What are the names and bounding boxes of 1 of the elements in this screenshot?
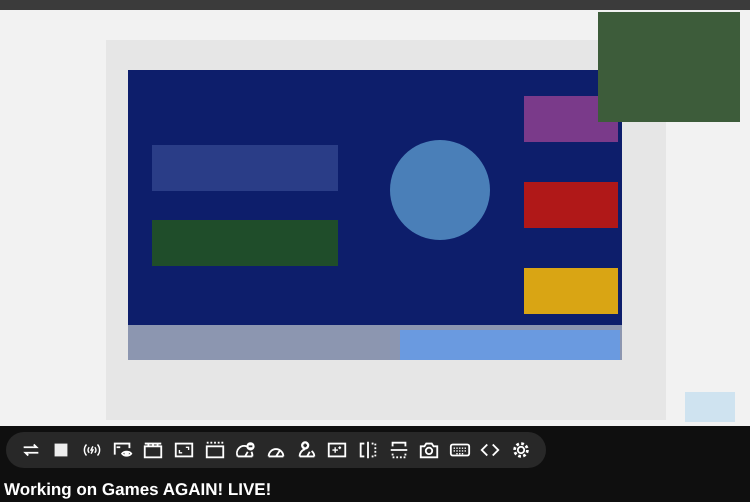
video-title: Working on Games AGAIN! LIVE! bbox=[3, 479, 272, 500]
